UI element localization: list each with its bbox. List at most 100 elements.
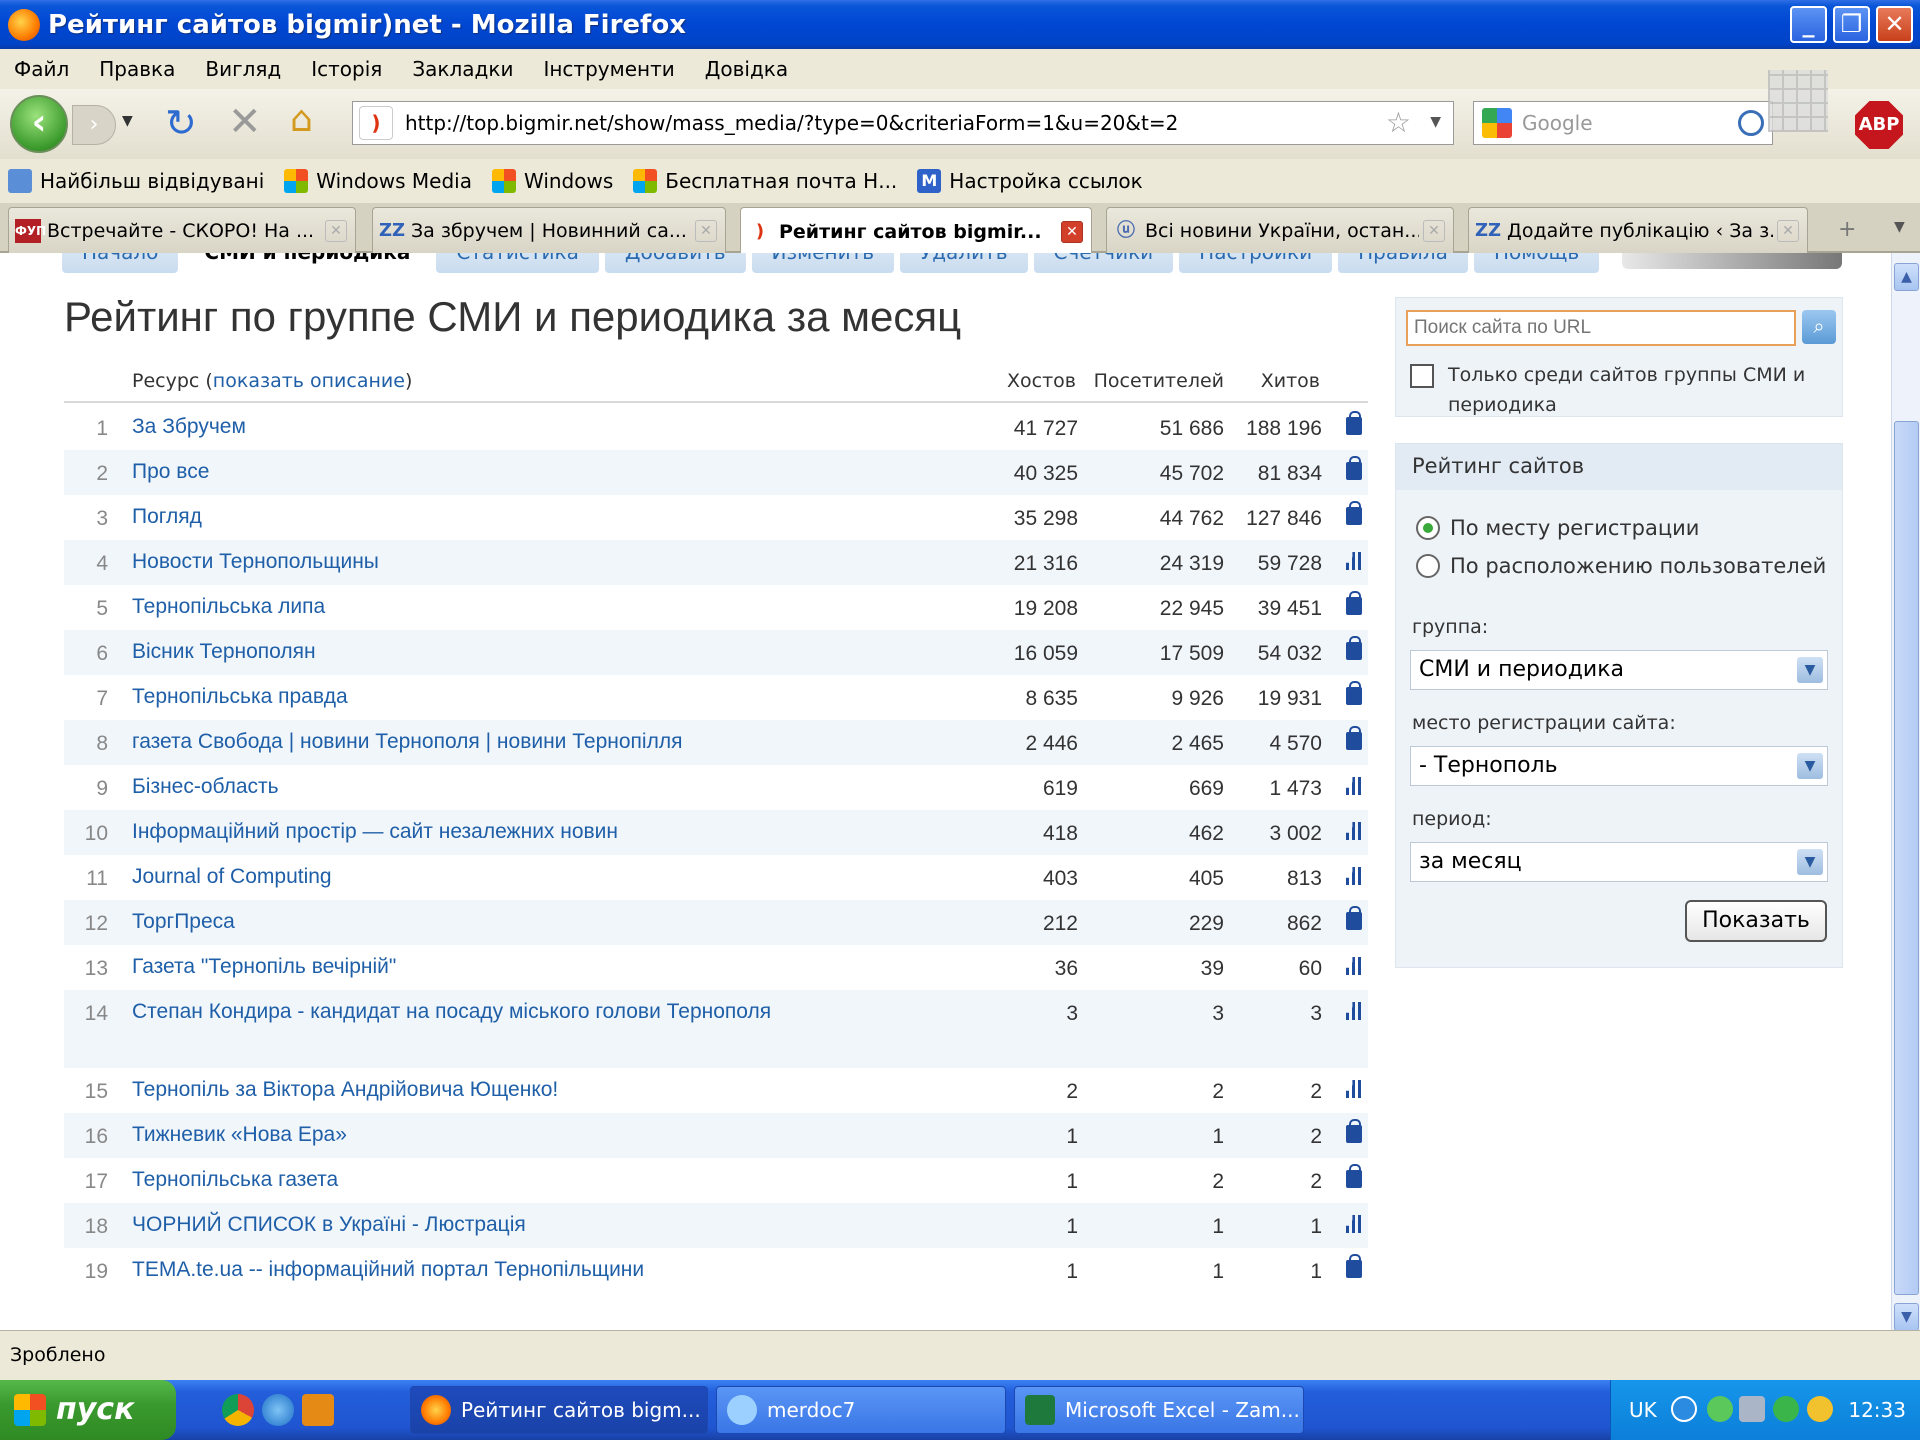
tab-5[interactable]: ZZ Додайте публікацію ‹ За з... ✕ xyxy=(1468,207,1808,253)
start-button[interactable]: пуск xyxy=(0,1380,176,1440)
chevron-down-icon[interactable]: ▼ xyxy=(1797,753,1823,779)
tab-1[interactable]: ФУП Встречайте - СКОРО! На ... ✕ xyxy=(8,207,356,253)
subnav-rules[interactable]: Правила xyxy=(1338,253,1468,273)
search-placeholder[interactable]: Google xyxy=(1522,111,1593,135)
scroll-up-icon[interactable]: ▲ xyxy=(1894,263,1919,291)
lock-icon[interactable] xyxy=(1346,411,1362,435)
group-select[interactable]: СМИ и периодика ▼ xyxy=(1410,650,1828,690)
tab-4[interactable]: ⓤ Всі новини України, остан... ✕ xyxy=(1106,207,1454,253)
tray-app-icon[interactable] xyxy=(1773,1396,1799,1422)
site-link[interactable]: Новости Тернопольщины xyxy=(132,545,772,579)
site-link[interactable]: Тижневик «Нова Ера» xyxy=(132,1118,772,1152)
menu-history[interactable]: Історія xyxy=(311,57,382,81)
back-button[interactable]: ‹ xyxy=(10,95,68,153)
google-icon[interactable] xyxy=(1482,108,1512,138)
close-window-button[interactable]: ✕ xyxy=(1876,6,1913,43)
ie-icon[interactable] xyxy=(262,1394,294,1426)
site-link[interactable]: TEMA.te.ua -- інформаційний портал Терно… xyxy=(132,1253,772,1287)
scroll-thumb[interactable] xyxy=(1894,421,1919,1295)
radio-by-users[interactable]: По расположению пользователей xyxy=(1416,554,1826,578)
tab-close-icon[interactable]: ✕ xyxy=(325,219,347,242)
subnav-delete[interactable]: Удалить xyxy=(900,253,1028,273)
site-link[interactable]: Тернопільська правда xyxy=(132,680,772,714)
bookmark-free-mail[interactable]: Бесплатная почта Н... xyxy=(625,169,897,193)
menu-bookmarks[interactable]: Закладки xyxy=(412,57,513,81)
lock-icon[interactable] xyxy=(1346,501,1362,525)
site-link[interactable]: Тернопільська липа xyxy=(132,590,772,624)
new-tab-icon[interactable]: + xyxy=(1838,217,1856,242)
scroll-down-icon[interactable]: ▼ xyxy=(1894,1303,1919,1331)
site-link[interactable]: Газета "Тернопіль вечірній" xyxy=(132,950,772,984)
site-link[interactable]: Тернопільська газета xyxy=(132,1163,772,1197)
site-link[interactable]: Степан Кондира - кандидат на посаду місь… xyxy=(132,995,772,1029)
taskbar-item-merdoc[interactable]: merdoc7 xyxy=(716,1386,1006,1434)
menu-tools[interactable]: Інструменти xyxy=(543,57,674,81)
tray-network-icon[interactable] xyxy=(1739,1396,1765,1422)
bookmark-star-icon[interactable]: ☆ xyxy=(1386,106,1411,139)
chevron-down-icon[interactable]: ▼ xyxy=(1797,849,1823,875)
minimize-button[interactable]: _ xyxy=(1790,6,1827,43)
menu-help[interactable]: Довідка xyxy=(705,57,788,81)
site-link[interactable]: За Збручем xyxy=(132,410,772,444)
stats-bars-icon[interactable] xyxy=(1346,957,1362,975)
only-group-checkbox[interactable]: Только среди сайтов группы СМИ и периоди… xyxy=(1410,360,1842,420)
url-search-input[interactable] xyxy=(1406,310,1796,346)
tray-arrow-icon[interactable] xyxy=(1671,1396,1697,1422)
language-indicator[interactable]: UK xyxy=(1629,1398,1657,1422)
stats-bars-icon[interactable] xyxy=(1346,777,1362,795)
chrome-icon[interactable] xyxy=(222,1394,254,1426)
subnav-counters[interactable]: Счетчики xyxy=(1033,253,1174,273)
subnav-settings[interactable]: Настройки xyxy=(1179,253,1333,273)
site-link[interactable]: Тернопіль за Віктора Андрійовича Ющенко! xyxy=(132,1073,772,1107)
stats-bars-icon[interactable] xyxy=(1346,1215,1362,1233)
lock-icon[interactable] xyxy=(1346,681,1362,705)
subnav-help[interactable]: Помощь xyxy=(1473,253,1600,273)
tab-2[interactable]: ZZ За збручем | Новинний са... ✕ xyxy=(372,207,726,253)
tab-close-icon[interactable]: ✕ xyxy=(695,219,717,242)
checkbox-box[interactable] xyxy=(1410,364,1434,388)
lock-icon[interactable] xyxy=(1346,1254,1362,1278)
lock-icon[interactable] xyxy=(1346,726,1362,750)
menu-edit[interactable]: Правка xyxy=(99,57,175,81)
search-icon[interactable] xyxy=(1738,110,1764,136)
forward-button[interactable]: › xyxy=(72,105,116,145)
tab-3-active[interactable]: ) Рейтинг сайтов bigmir... ✕ xyxy=(740,207,1092,255)
url-text[interactable]: http://top.bigmir.net/show/mass_media/?t… xyxy=(405,111,1178,135)
home-icon[interactable]: ⌂ xyxy=(290,99,313,140)
restore-button[interactable]: ❐ xyxy=(1833,6,1870,43)
site-link[interactable]: Погляд xyxy=(132,500,772,534)
stats-bars-icon[interactable] xyxy=(1346,1002,1362,1020)
lock-icon[interactable] xyxy=(1346,906,1362,930)
site-link[interactable]: Вісник Тернополян xyxy=(132,635,772,669)
site-link[interactable]: Бізнес-область xyxy=(132,770,772,804)
stats-bars-icon[interactable] xyxy=(1346,552,1362,570)
menu-view[interactable]: Вигляд xyxy=(205,57,281,81)
site-link[interactable]: ЧОРНИЙ СПИСОК в Україні - Люстрація xyxy=(132,1208,772,1242)
vertical-scrollbar[interactable]: ▲ ▼ xyxy=(1891,253,1920,1331)
bookmark-windows-media[interactable]: Windows Media xyxy=(276,169,472,193)
subnav-add[interactable]: Добавить xyxy=(604,253,746,273)
lock-icon[interactable] xyxy=(1346,591,1362,615)
history-dropdown-icon[interactable]: ▼ xyxy=(122,113,133,129)
subnav-media[interactable]: СМИ и периодика xyxy=(184,253,431,273)
site-link[interactable]: газета Свобода | новини Тернополя | нови… xyxy=(132,725,772,759)
search-icon[interactable]: ⌕ xyxy=(1802,310,1836,344)
taskbar-item-excel[interactable]: Microsoft Excel - Zam... xyxy=(1014,1386,1304,1434)
period-select[interactable]: за месяц ▼ xyxy=(1410,842,1828,882)
bookmark-most-visited[interactable]: Найбільш відвідувані xyxy=(0,169,264,193)
reload-icon[interactable]: ↻ xyxy=(165,101,197,145)
place-select[interactable]: - Тернополь ▼ xyxy=(1410,746,1828,786)
stats-bars-icon[interactable] xyxy=(1346,867,1362,885)
col-visitors-header[interactable]: Посетителей xyxy=(1094,370,1224,392)
tray-star-icon[interactable] xyxy=(1807,1396,1833,1422)
url-dropdown-icon[interactable]: ▼ xyxy=(1430,114,1441,130)
adblock-icon[interactable]: ABP xyxy=(1855,101,1903,149)
site-link[interactable]: ТоргПреса xyxy=(132,905,772,939)
show-button[interactable]: Показать xyxy=(1685,900,1827,942)
radio-by-registration[interactable]: По месту регистрации xyxy=(1416,516,1699,540)
site-link[interactable]: Про все xyxy=(132,455,772,489)
menu-file[interactable]: Файл xyxy=(14,57,69,81)
subnav-edit[interactable]: Изменить xyxy=(751,253,895,273)
show-description-link[interactable]: показать описание xyxy=(213,370,405,392)
col-hosts-header[interactable]: Хостов xyxy=(1007,370,1076,392)
